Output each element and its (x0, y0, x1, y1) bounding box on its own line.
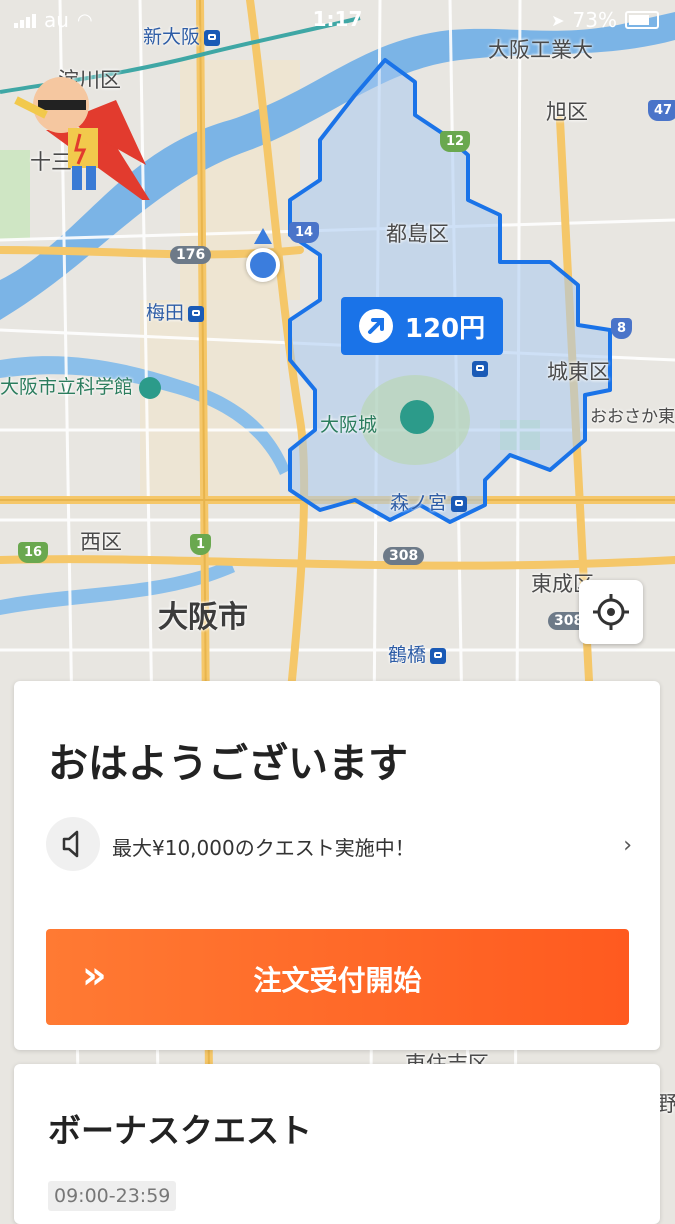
battery-icon (625, 11, 659, 29)
poi-label[interactable]: 大阪市立科学館 (0, 372, 162, 399)
district-label: 城東区 (547, 360, 610, 384)
recenter-button[interactable] (579, 580, 643, 644)
crosshair-icon (593, 594, 629, 630)
route-shield: 16 (18, 542, 49, 563)
poi-label[interactable]: 大阪城 (320, 410, 377, 437)
home-card: おはようございます 最大¥10,000のクエスト実施中！ › » 注文受付開始 (14, 681, 660, 1050)
station-name: 鶴橋 (388, 644, 427, 666)
route-shield: 8 (611, 318, 633, 339)
train-icon (430, 647, 447, 664)
museum-icon (139, 376, 162, 399)
district-label: 都島区 (386, 222, 449, 246)
start-button-label: 注文受付開始 (253, 964, 422, 997)
arrow-up-right-icon (358, 309, 393, 343)
mascot-avatar[interactable] (6, 70, 156, 210)
poi-name: 大阪城 (320, 414, 378, 436)
greeting-title: おはようございます (48, 741, 408, 787)
quest-announcement-row[interactable]: 最大¥10,000のクエスト実施中！ › (46, 817, 632, 873)
poi-name: 大阪市立科学館 (0, 376, 134, 398)
bonus-quest-title: ボーナスクエスト (48, 1111, 312, 1150)
train-icon (451, 495, 468, 512)
route-shield: 1 (190, 534, 212, 555)
chevron-right-icon: › (623, 833, 632, 858)
road-name-partial: おおさか東 (590, 407, 675, 427)
station-label[interactable]: 梅田 (146, 298, 205, 325)
current-location-dot (246, 248, 280, 282)
superhero-mascot-icon (14, 77, 156, 210)
station-label[interactable]: 森ノ宮 (390, 488, 468, 515)
city-label: 大阪市 (158, 600, 248, 635)
road-shield: 308 (383, 547, 425, 565)
route-shield: 47 (648, 100, 675, 121)
station-name: 梅田 (146, 302, 185, 324)
road-shield: 176 (170, 246, 212, 264)
route-shield: 12 (440, 131, 471, 152)
route-shield: 14 (289, 222, 320, 243)
status-bar: au ◠ 1:17 ➤ 73% (0, 0, 675, 38)
location-services-icon: ➤ (551, 10, 565, 30)
speaker-icon (46, 817, 100, 871)
bonus-quest-time: 09:00-23:59 (48, 1181, 177, 1211)
train-icon (188, 305, 205, 322)
battery-percent: 73% (572, 8, 617, 32)
heading-arrow-icon (254, 228, 272, 244)
district-label: 旭区 (546, 100, 588, 124)
zone-price: 120円 (404, 313, 486, 344)
station-name: 森ノ宮 (390, 492, 448, 514)
poi-label[interactable]: 大阪工業大 (488, 34, 593, 64)
zone-price-badge[interactable]: 120円 (341, 297, 503, 355)
announcement-text: 最大¥10,000のクエスト実施中！ (112, 836, 415, 860)
bonus-quest-card[interactable]: ボーナスクエスト 09:00-23:59 (14, 1064, 660, 1224)
park-icon[interactable] (400, 400, 434, 434)
station-label[interactable]: 鶴橋 (388, 640, 447, 667)
start-accepting-orders-button[interactable]: » 注文受付開始 (46, 929, 629, 1025)
train-icon (468, 358, 488, 377)
district-label: 西区 (80, 530, 122, 554)
